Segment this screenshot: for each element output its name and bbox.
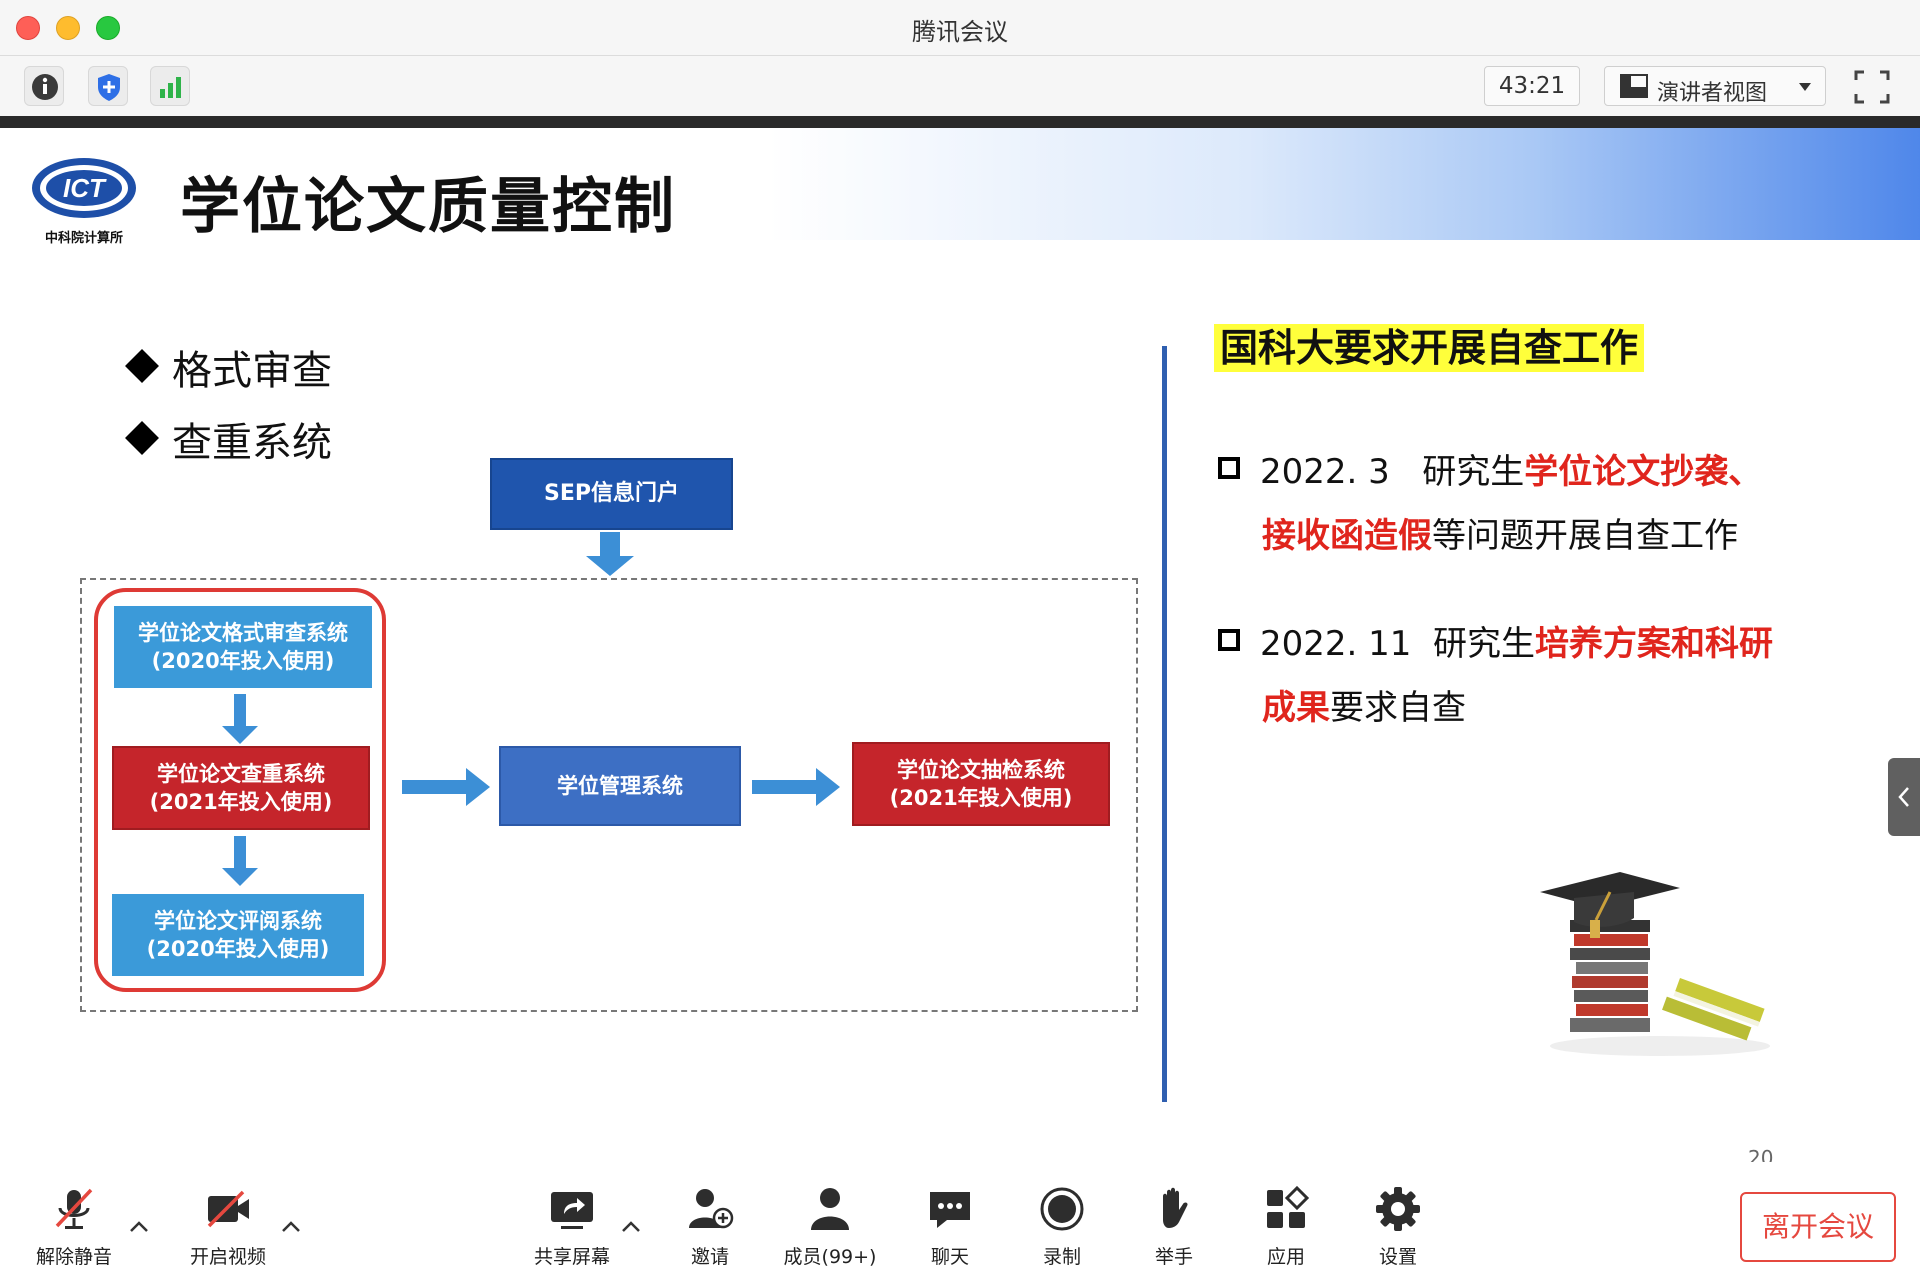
record-icon [1040,1187,1084,1231]
record-button[interactable]: 录制 [1012,1184,1112,1269]
item-2022-3-line2: 接收函造假等问题开展自查工作 [1262,516,1738,556]
arrow-down-icon [222,836,258,886]
arrow-right-icon [752,768,840,806]
invite-label: 邀请 [690,1246,729,1268]
start-video-label: 开启视频 [189,1246,266,1268]
shared-slide: ICT 中科院计算所 学位论文质量控制 格式审查 查重系统 SEP信息门户 学位… [0,128,1920,1170]
chevron-left-icon [1898,787,1909,807]
item-2022-11-line2: 成果要求自查 [1262,688,1466,728]
raise-hand-label: 举手 [1154,1246,1193,1268]
apps-grid-icon [1267,1185,1310,1228]
raise-hand-button[interactable]: 举手 [1124,1184,1224,1269]
diamond-bullet-icon [125,349,159,383]
signal-bars-icon [160,77,181,98]
ict-logo: ICT 中科院计算所 [32,158,136,246]
window-title: 腾讯会议 [912,18,1008,46]
slide-title: 学位论文质量控制 [180,172,676,242]
apps-button[interactable]: 应用 [1236,1184,1336,1269]
hand-icon [1163,1187,1188,1228]
side-panel-toggle[interactable] [1888,758,1920,836]
bullet-format-check: 格式审查 [125,338,332,396]
record-label: 录制 [1042,1246,1081,1268]
unmute-button[interactable]: 解除静音 [24,1184,124,1269]
members-icon [811,1188,849,1230]
settings-label: 设置 [1378,1246,1417,1268]
caret-down-icon [1799,83,1811,91]
svg-text:中科院计算所: 中科院计算所 [45,230,123,246]
shield-icon [98,74,120,101]
security-button[interactable] [88,66,128,106]
arrow-down-icon [586,532,634,576]
arrow-down-icon [222,694,258,744]
share-screen-label: 共享屏幕 [533,1246,610,1268]
view-mode-dropdown[interactable]: 演讲者视图 [1604,66,1826,106]
title-bar: 腾讯会议 [0,0,1920,56]
invite-button[interactable]: 邀请 [660,1184,760,1269]
format-check-system-box: 学位论文格式审查系统 (2020年投入使用) [114,606,372,688]
chat-icon [930,1192,970,1228]
apps-label: 应用 [1266,1246,1305,1268]
view-mode-label: 演讲者视图 [1657,81,1768,106]
share-screen-button[interactable]: 共享屏幕 [522,1184,622,1269]
plagiarism-check-system-box: 学位论文查重系统 (2021年投入使用) [112,746,370,830]
gear-icon [1376,1187,1420,1231]
item-2022-3: 2022. 3 研究生学位论文抄袭、 [1218,444,1762,493]
diamond-bullet-icon [125,421,159,455]
square-bullet-icon [1218,457,1240,479]
share-screen-icon [551,1192,593,1229]
network-stats-button[interactable] [150,66,190,106]
start-video-button[interactable]: 开启视频 [178,1184,278,1269]
leave-meeting-button[interactable]: 离开会议 [1740,1192,1896,1262]
chevron-up-icon[interactable] [280,1220,302,1234]
chat-button[interactable]: 聊天 [900,1184,1000,1269]
add-user-icon [689,1189,734,1229]
chevron-up-icon[interactable] [620,1220,642,1234]
sep-portal-box: SEP信息门户 [490,458,733,530]
chat-label: 聊天 [930,1246,969,1268]
square-bullet-icon [1218,629,1240,651]
info-icon [32,74,58,100]
fullscreen-icon[interactable] [1852,68,1892,106]
degree-management-system-box: 学位管理系统 [499,746,741,826]
column-divider [1162,346,1167,1102]
item-2022-11: 2022. 11 研究生培养方案和科研 [1218,616,1773,665]
thesis-review-system-box: 学位论文评阅系统 (2020年投入使用) [112,894,364,976]
settings-button[interactable]: 设置 [1348,1184,1448,1269]
meeting-timer: 43:21 [1484,66,1580,106]
unmute-label: 解除静音 [35,1246,112,1268]
svg-text:ICT: ICT [63,173,107,203]
members-button[interactable]: 成员(99+) [780,1184,880,1269]
microphone-muted-icon [55,1188,93,1229]
meeting-info-button[interactable] [24,66,64,106]
self-check-heading: 国科大要求开展自查工作 [1214,324,1645,372]
spot-check-system-box: 学位论文抽检系统 (2021年投入使用) [852,742,1110,826]
chevron-up-icon[interactable] [128,1220,150,1234]
bullet-plagiarism-system: 查重系统 [125,410,332,468]
slide-top-border [0,116,1920,128]
meeting-controls-bar: 解除静音 开启视频 共享屏幕 邀请 成员(99+) 聊天 录制 举手 应用 设置… [0,1162,1920,1280]
arrow-right-icon [402,768,490,806]
members-label: 成员(99+) [783,1246,877,1268]
meeting-toolbar: 43:21 演讲者视图 [0,56,1920,116]
graduation-books-image [1540,872,1770,1056]
layout-icon [1620,74,1648,98]
camera-off-icon [207,1190,249,1228]
